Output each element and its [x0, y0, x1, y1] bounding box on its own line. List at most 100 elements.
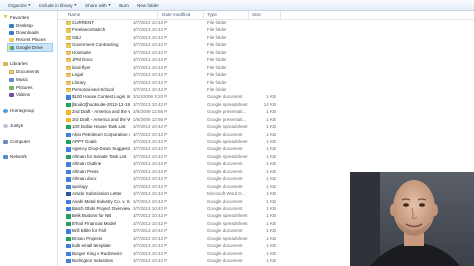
- google-doc-icon: [66, 169, 71, 175]
- file-row[interactable]: Personal-and-School 3/7/2013 10:42 PM File…: [58, 87, 474, 93]
- column-header-size[interactable]: Size: [252, 12, 261, 17]
- nav-item-label: Pictures: [16, 85, 33, 90]
- include-label: Include in library: [39, 2, 73, 8]
- file-row[interactable]: 100 Dollar House Task List 3/7/2013 10:42…: [58, 124, 474, 130]
- file-name: FreelanceSwitch: [72, 27, 106, 33]
- file-name: Burger King v Rudzewicz: [72, 250, 123, 256]
- file-row[interactable]: Allman for Senate Task List 3/7/2013 10:4…: [58, 154, 474, 160]
- nav-item-pictures[interactable]: Pictures: [9, 84, 33, 91]
- file-type: Google document: [207, 250, 243, 256]
- nav-computer-label: Computer: [10, 139, 31, 144]
- star-icon: ★: [3, 14, 8, 20]
- new-folder-button[interactable]: New folder: [137, 3, 159, 8]
- nav-item-documents[interactable]: Documents: [9, 68, 39, 75]
- file-row[interactable]: Abio Petroleum Corporation v. Amstutz3/7…: [58, 132, 474, 138]
- file-type: Google document: [207, 198, 243, 204]
- google-doc-icon: [66, 199, 71, 204]
- file-type: File folder: [207, 34, 227, 40]
- network-icon: [3, 154, 8, 159]
- file-type: Google spreadsheet: [207, 124, 248, 130]
- file-name: Personal-and-School: [72, 86, 115, 92]
- organize-label: Organize: [8, 2, 27, 8]
- nav-item-recent-places[interactable]: Recent Places: [9, 36, 46, 43]
- chevron-down-icon: ▼: [107, 3, 112, 7]
- file-row[interactable]: 3rd Draft - America and the World2/8/200…: [58, 117, 474, 123]
- nav-user-label: Justyn: [10, 123, 24, 128]
- file-row[interactable]: Hootsuite 3/7/2013 10:42 PM File folder: [58, 50, 474, 56]
- nav-homegroup[interactable]: Homegroup: [3, 107, 34, 114]
- file-size: 1 KB: [266, 161, 276, 167]
- file-type: File folder: [207, 86, 227, 92]
- nav-libraries[interactable]: Libraries: [3, 60, 28, 67]
- column-header-name[interactable]: Name: [68, 12, 80, 17]
- desktop-icon: [9, 23, 14, 28]
- nav-item-label: Music: [16, 77, 28, 82]
- nav-item-label: Desktop: [16, 23, 33, 28]
- column-divider[interactable]: [280, 11, 281, 19]
- file-date-modified: 3/7/2013 10:42 PM: [133, 213, 167, 219]
- file-size: [258, 50, 276, 56]
- burn-button[interactable]: Burn: [119, 3, 129, 8]
- column-divider[interactable]: [248, 11, 249, 19]
- column-header-type[interactable]: Type: [207, 12, 217, 17]
- file-size: 1 KB: [266, 176, 276, 182]
- nav-libraries-label: Libraries: [10, 61, 28, 66]
- file-name: Abio Petroleum Corporation v. Amstutz: [72, 131, 130, 137]
- file-row[interactable]: $100 House Contest Login Info 3/10/2009 3…: [58, 94, 474, 100]
- nav-favorites[interactable]: ★ Favorites: [3, 14, 29, 21]
- file-name: Allman.docx: [72, 176, 97, 182]
- nav-item-label: Downloads: [16, 30, 39, 35]
- nav-item-videos[interactable]: Videos: [9, 91, 30, 98]
- nav-item-google-drive[interactable]: Google Drive: [7, 43, 53, 52]
- file-row[interactable]: Agency Drop-Down Suggestions3/7/2013 10:…: [58, 146, 474, 152]
- file-name: Allman for Senate Task List: [72, 153, 127, 159]
- organize-button[interactable]: Organize ▼: [8, 3, 31, 8]
- google-doc-icon: [66, 95, 71, 100]
- file-row[interactable]: Library 3/7/2013 10:42 PM File folder: [58, 80, 474, 86]
- file-size: [258, 42, 276, 48]
- nav-item-desktop[interactable]: Desktop: [9, 22, 33, 29]
- file-row[interactable]: CURRENT 3/7/2013 10:42 PM File folder: [58, 20, 474, 26]
- file-date-modified: 3/7/2013 10:42 PM: [133, 161, 167, 167]
- file-type: Google spreadsheet: [207, 101, 248, 107]
- column-divider[interactable]: [157, 11, 158, 19]
- file-date-modified: 3/7/2013 10:42 PM: [133, 176, 167, 182]
- file-type: Google document: [207, 168, 243, 174]
- nav-item-label: Videos: [16, 92, 30, 97]
- file-row[interactable]: Allman Outline 3/7/2013 10:42 PM Google do…: [58, 161, 474, 167]
- file-row[interactable]: JPM Docs 3/7/2013 10:42 PM File folder: [58, 57, 474, 63]
- include-in-library-button[interactable]: Include in library ▼: [39, 3, 77, 8]
- file-size: [258, 20, 276, 26]
- file-name: Agency Drop-Down Suggestions: [72, 146, 130, 152]
- column-divider[interactable]: [203, 11, 204, 19]
- nav-item-downloads[interactable]: Downloads: [9, 29, 39, 36]
- file-size: 1 KB: [266, 213, 276, 219]
- file-row[interactable]: [Book2]hootsuite-2012-12-19 3/7/2013 10:4…: [58, 102, 474, 108]
- file-row[interactable]: Goverment Contracting 3/7/2013 10:42 PM Fi…: [58, 42, 474, 48]
- file-date-modified: 2/8/2009 12:56 PM: [133, 116, 167, 122]
- share-with-button[interactable]: Share with ▼: [85, 3, 111, 8]
- file-row[interactable]: GBJ 3/7/2013 10:42 PM File folder: [58, 35, 474, 41]
- file-row[interactable]: Legal 3/7/2013 10:42 PM File folder: [58, 72, 474, 78]
- chevron-down-icon: ▼: [73, 3, 78, 7]
- downloads-icon: [9, 30, 14, 35]
- file-date-modified: 3/7/2013 10:42 PM: [133, 72, 167, 78]
- file-row[interactable]: land-flyer 3/7/2013 10:42 PM File folder: [58, 65, 474, 71]
- file-name: Goverment Contracting: [72, 42, 119, 48]
- file-row[interactable]: 2nd Draft - America and the World2/8/200…: [58, 109, 474, 115]
- folder-icon: [66, 28, 71, 33]
- nav-network[interactable]: Network: [3, 153, 27, 160]
- column-header-date-modified[interactable]: Date modified: [162, 12, 190, 17]
- navigation-pane: ★ Favorites Desktop Downloads Recent Pla…: [0, 11, 58, 266]
- library-icon: [3, 61, 8, 66]
- file-name: Allman Press: [72, 168, 99, 174]
- folder-icon: [66, 50, 71, 56]
- file-row[interactable]: APPT Goals 3/7/2013 10:42 PM Google spread…: [58, 139, 474, 145]
- nav-item-music[interactable]: Music: [9, 76, 28, 83]
- nav-favorites-label: Favorites: [10, 15, 29, 20]
- nav-computer[interactable]: Computer: [3, 138, 30, 145]
- file-date-modified: 3/7/2013 10:42 PM: [133, 153, 167, 159]
- nav-item-label: Google Drive: [16, 45, 43, 50]
- nav-user[interactable]: Justyn: [3, 122, 23, 129]
- file-row[interactable]: FreelanceSwitch 3/7/2013 10:42 PM File fol…: [58, 27, 474, 33]
